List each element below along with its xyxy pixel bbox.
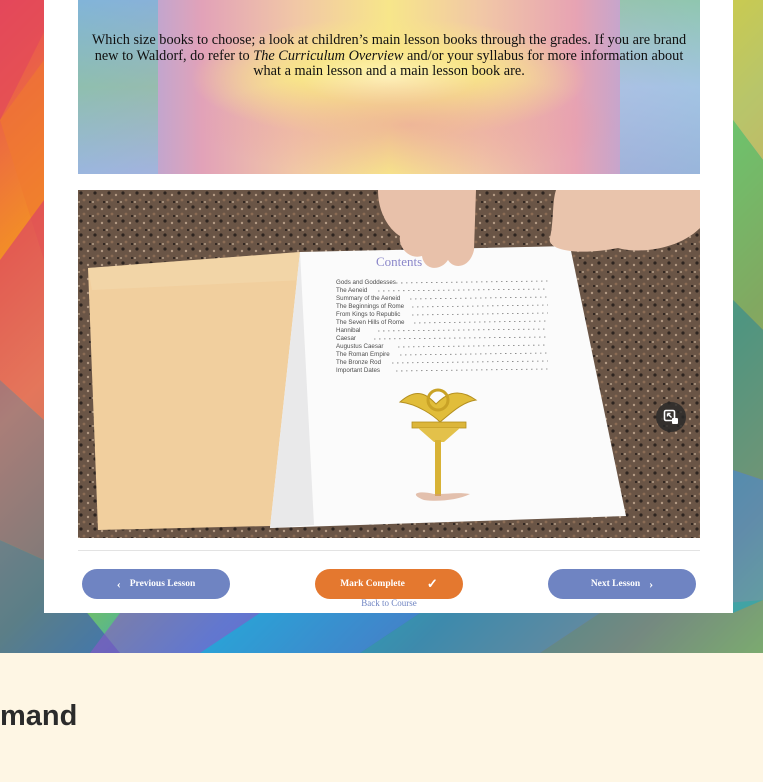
previous-lesson-button[interactable]: ‹ Previous Lesson — [82, 569, 230, 599]
lesson-intro-text: Which size books to choose; a look at ch… — [91, 32, 687, 79]
contents-entry: The Beginnings of Rome — [336, 303, 405, 310]
chevron-right-icon: › — [649, 576, 654, 591]
section-heading: mand — [0, 700, 78, 732]
contents-entry: Important Dates — [336, 367, 380, 374]
mark-complete-button[interactable]: Mark Complete ✓ — [315, 569, 463, 599]
next-lesson-button[interactable]: Next Lesson › — [548, 569, 696, 599]
lesson-panel: Which size books to choose; a look at ch… — [44, 0, 733, 613]
curriculum-overview-title: The Curriculum Overview — [253, 47, 404, 64]
nav-divider — [78, 550, 700, 551]
chevron-left-icon: ‹ — [116, 576, 121, 591]
contents-entry: The Roman Empire — [336, 351, 390, 358]
contents-entry: Gods and Goddesses — [336, 279, 396, 286]
contents-entry: The Seven Hills of Rome — [336, 319, 405, 326]
check-icon: ✓ — [426, 576, 438, 591]
contents-entry: The Aeneid — [336, 287, 368, 294]
expand-image-button[interactable] — [656, 402, 686, 432]
previous-lesson-label: Previous Lesson — [129, 579, 196, 589]
contents-entry: The Bronze Rod — [336, 359, 382, 366]
back-to-course-link[interactable]: Back to Course — [315, 598, 463, 608]
contents-entry: Hannibal — [336, 327, 360, 334]
contents-entry: From Kings to Republic — [336, 311, 400, 318]
photo-page-heading: Contents — [376, 254, 422, 269]
main-lesson-book-photo: Contents Gods and Goddesses The Aeneid S… — [78, 190, 700, 538]
next-lesson-label: Next Lesson — [590, 579, 641, 589]
contents-entry: Summary of the Aeneid — [336, 295, 401, 302]
contents-entry: Caesar — [336, 335, 356, 342]
lesson-intro-banner: Which size books to choose; a look at ch… — [78, 0, 700, 174]
contents-entry: Augustus Caesar — [336, 343, 383, 350]
mark-complete-label: Mark Complete — [340, 579, 405, 589]
expand-image-icon — [663, 409, 678, 424]
